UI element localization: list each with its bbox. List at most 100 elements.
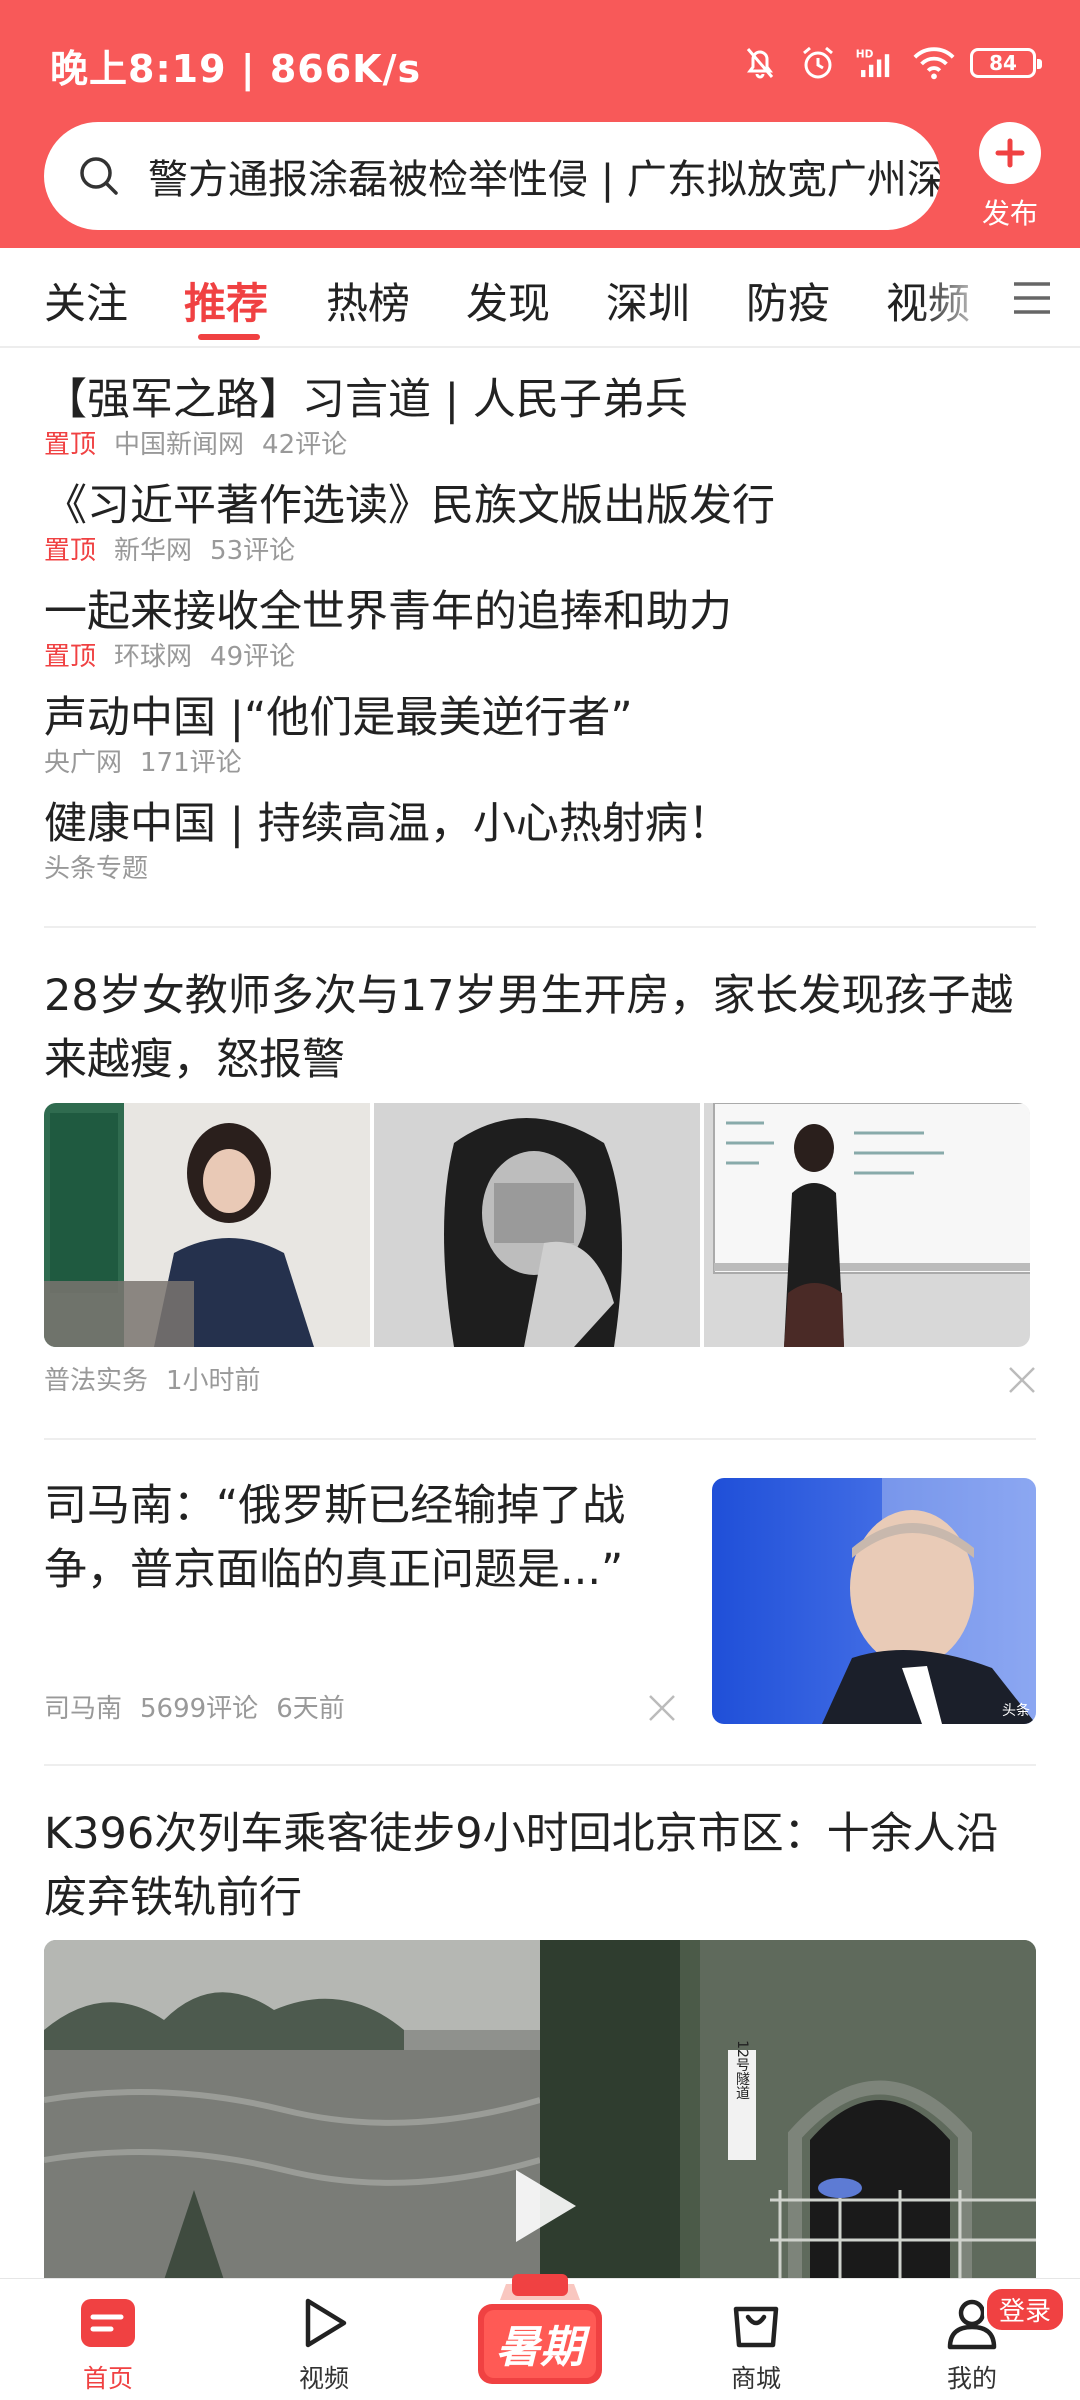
article-image-row[interactable] xyxy=(44,1103,1030,1347)
news-title: 【强军之路】习言道 | 人民子弟兵 xyxy=(44,375,688,425)
nav-shop[interactable]: 商城 xyxy=(686,2293,826,2395)
nav-label: 我的 xyxy=(946,2364,997,2393)
battery-level: 84 xyxy=(989,51,1017,75)
article-thumbnail[interactable]: 头条 xyxy=(712,1478,1036,1724)
shopping-bag-icon xyxy=(726,2293,786,2353)
article-image-teacher xyxy=(44,1103,370,1347)
menu-icon[interactable] xyxy=(1010,276,1054,320)
article-source: 普法实务 xyxy=(44,1366,149,1396)
article-title-line: 来越瘦，怒报警 xyxy=(44,1035,345,1085)
summer-label: 暑期 xyxy=(496,2322,591,2373)
alarm-icon xyxy=(796,41,840,85)
video-frame-tunnel: 12号隧道 xyxy=(540,1940,1036,2280)
article-time: 6天前 xyxy=(276,1694,345,1724)
close-icon[interactable] xyxy=(1006,1364,1038,1396)
news-meta: 头条专题 xyxy=(44,852,1034,886)
comment-count: 53评论 xyxy=(210,536,296,566)
news-meta: 央广网 171评论 xyxy=(44,746,1034,780)
article-meta: 司马南 5699评论 6天前 xyxy=(44,1692,363,1726)
nav-label: 商城 xyxy=(730,2364,781,2393)
pinned-news-item[interactable]: 【强军之路】习言道 | 人民子弟兵 置顶 中国新闻网 42评论 xyxy=(44,372,1034,462)
login-badge[interactable]: 登录 xyxy=(983,2286,1066,2333)
news-meta: 置顶 环球网 49评论 xyxy=(44,640,1034,674)
svg-text:HD: HD xyxy=(856,49,874,61)
article-title-line: 废弃铁轨前行 xyxy=(44,1873,302,1923)
battery-icon: 84 xyxy=(970,48,1042,78)
status-time: 晚上8:19 | 866K/s xyxy=(50,47,422,91)
article-title-line: K396次列车乘客徒步9小时回北京市区：十余人沿 xyxy=(44,1809,999,1859)
news-source: 环球网 xyxy=(114,642,193,672)
news-source: 头条专题 xyxy=(44,854,149,884)
article-title[interactable]: 28岁女教师多次与17岁男生开房，家长发现孩子越 来越瘦，怒报警 xyxy=(44,964,1013,1092)
article-title[interactable]: K396次列车乘客徒步9小时回北京市区：十余人沿 废弃铁轨前行 xyxy=(44,1802,999,1930)
pinned-news-item[interactable]: 《习近平著作选读》民族文版出版发行 置顶 新华网 53评论 xyxy=(44,478,1034,568)
top-header: 晚上8:19 | 866K/s HD 84 警方通报涂磊被检举性侵 | 广东拟放… xyxy=(0,0,1080,248)
tab-follow[interactable]: 关注 xyxy=(44,270,128,331)
publish-button[interactable]: 发布 xyxy=(962,122,1058,232)
tab-recommend[interactable]: 推荐 xyxy=(184,270,268,331)
article-title-line: 司马南：“俄罗斯已经输掉了战 xyxy=(44,1481,626,1531)
tab-hot[interactable]: 热榜 xyxy=(326,270,410,331)
comment-count: 42评论 xyxy=(262,430,348,460)
pin-badge: 置顶 xyxy=(44,536,97,566)
news-title: 一起来接收全世界青年的追捧和助力 xyxy=(44,587,732,637)
pinned-news-item[interactable]: 声动中国 |“他们是最美逆行者” 央广网 171评论 xyxy=(44,690,1034,780)
news-title: 健康中国 | 持续高温，小心热射病！ xyxy=(44,799,731,849)
plus-icon xyxy=(979,122,1041,184)
tunnel-sign: 12号隧道 xyxy=(734,2040,750,2101)
divider xyxy=(44,926,1036,928)
nav-label: 视频 xyxy=(298,2364,349,2393)
pin-badge: 置顶 xyxy=(44,430,97,460)
summer-icon: 暑期 xyxy=(478,2274,602,2384)
pin-badge: 置顶 xyxy=(44,642,97,672)
nav-home[interactable]: 首页 xyxy=(38,2293,178,2395)
news-meta: 置顶 中国新闻网 42评论 xyxy=(44,428,1034,462)
thumbnail-watermark: 头条 xyxy=(1002,1703,1030,1719)
nav-label: 首页 xyxy=(82,2364,133,2393)
article-time: 1小时前 xyxy=(166,1366,261,1396)
pinned-news-item[interactable]: 一起来接收全世界青年的追捧和助力 置顶 环球网 49评论 xyxy=(44,584,1034,674)
status-bar: 晚上8:19 | 866K/s HD 84 xyxy=(0,0,1080,120)
channel-tabs: 关注 推荐 热榜 发现 深圳 防疫 视频 xyxy=(0,248,1080,348)
bell-off-icon xyxy=(738,41,782,85)
news-source: 央广网 xyxy=(44,748,123,778)
nav-video[interactable]: 视频 xyxy=(254,2293,394,2395)
publish-label: 发布 xyxy=(981,197,1038,230)
close-icon[interactable] xyxy=(646,1692,678,1724)
comment-count: 171评论 xyxy=(140,748,242,778)
divider xyxy=(44,1764,1036,1766)
tab-epidemic[interactable]: 防疫 xyxy=(746,270,830,331)
article-image-crying-woman xyxy=(374,1103,700,1347)
search-placeholder: 警方通报涂磊被检举性侵 | 广东拟放宽广州深圳落户 xyxy=(148,157,940,203)
tab-fade xyxy=(920,248,1010,344)
nav-summer-promo[interactable]: 暑期 xyxy=(470,2270,610,2390)
status-icons: HD 84 xyxy=(738,38,1042,88)
pinned-news-item[interactable]: 健康中国 | 持续高温，小心热射病！ 头条专题 xyxy=(44,796,1034,886)
search-input[interactable]: 警方通报涂磊被检举性侵 | 广东拟放宽广州深圳落户 xyxy=(44,122,940,230)
play-icon xyxy=(294,2293,354,2353)
article-title-line: 争，普京面临的真正问题是...” xyxy=(44,1545,624,1595)
news-title: 声动中国 |“他们是最美逆行者” xyxy=(44,693,633,743)
video-frame-flood xyxy=(44,1940,540,2280)
wifi-icon xyxy=(912,41,956,85)
news-meta: 置顶 新华网 53评论 xyxy=(44,534,1034,568)
active-tab-indicator xyxy=(198,334,260,340)
article-title[interactable]: 司马南：“俄罗斯已经输掉了战 争，普京面临的真正问题是...” xyxy=(44,1474,684,1602)
comment-count: 5699评论 xyxy=(140,1694,259,1724)
search-icon xyxy=(80,157,118,195)
divider xyxy=(44,1438,1036,1440)
tab-discover[interactable]: 发现 xyxy=(466,270,550,331)
article-image-whiteboard xyxy=(704,1103,1030,1347)
search-row: 警方通报涂磊被检举性侵 | 广东拟放宽广州深圳落户 发布 xyxy=(0,120,1080,238)
article-meta: 普法实务 1小时前 xyxy=(44,1364,279,1398)
news-source: 新华网 xyxy=(114,536,193,566)
home-icon xyxy=(78,2293,138,2353)
comment-count: 49评论 xyxy=(210,642,296,672)
play-icon[interactable] xyxy=(496,2160,588,2252)
news-title: 《习近平著作选读》民族文版出版发行 xyxy=(44,481,775,531)
news-source: 中国新闻网 xyxy=(114,430,245,460)
tab-shenzhen[interactable]: 深圳 xyxy=(606,270,690,331)
article-source: 司马南 xyxy=(44,1694,123,1724)
hd-signal-icon: HD xyxy=(854,41,898,85)
article-title-line: 28岁女教师多次与17岁男生开房，家长发现孩子越 xyxy=(44,971,1014,1021)
